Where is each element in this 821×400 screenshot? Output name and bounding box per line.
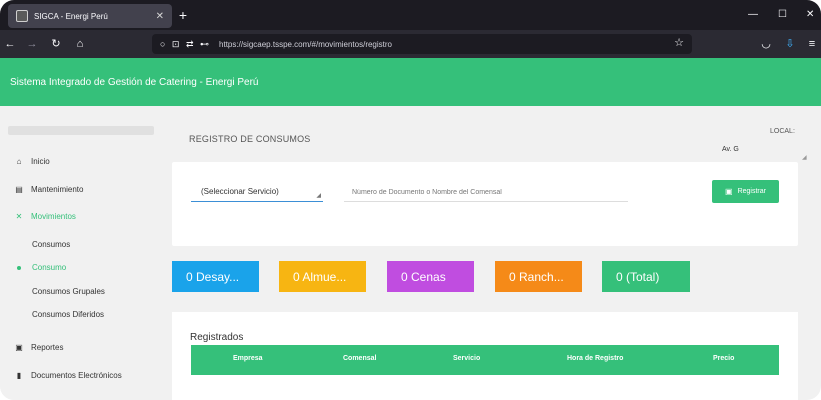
maximize-icon[interactable]: ☐ <box>778 6 787 24</box>
registrados-card: Registrados Empresa Comensal Servicio Ho… <box>172 312 798 400</box>
column-header-precio[interactable]: Precio <box>713 355 734 362</box>
sidebar-item-reportes[interactable]: ▣ Reportes <box>14 343 63 352</box>
counter-label: 0 (Total) <box>616 269 660 284</box>
back-icon[interactable]: ← <box>2 35 18 53</box>
register-button[interactable]: ▣ Registrar <box>712 180 779 203</box>
document-search-input[interactable] <box>344 184 628 202</box>
sidebar-item-mantenimiento[interactable]: ▤ Mantenimiento <box>14 185 83 194</box>
sidebar-item-movimientos[interactable]: ✕ Movimientos <box>14 212 76 221</box>
table-title: Registrados <box>190 332 244 343</box>
register-button-label: Registrar <box>737 188 766 195</box>
app-header: Sistema Integrado de Gestión de Catering… <box>0 58 821 106</box>
app-title: Sistema Integrado de Gestión de Catering… <box>10 76 259 88</box>
sidebar-subitem-consumos-diferidos[interactable]: Consumos Diferidos <box>32 310 104 319</box>
sidebar: ⌂ Inicio ▤ Mantenimiento ✕ Movimientos C… <box>0 106 162 400</box>
url-bar[interactable]: ○ ⊡ ⇄ ⊷ https://sigcaep.tsspe.com/#/movi… <box>152 34 692 54</box>
sidebar-item-label: Inicio <box>31 157 50 166</box>
chevron-down-icon: ◢ <box>316 193 321 199</box>
download-icon[interactable]: ⇩ <box>782 35 798 53</box>
save-icon: ▣ <box>725 187 733 196</box>
counter-cenas: 0 Cenas <box>387 261 474 292</box>
reload-icon[interactable]: ↻ <box>48 35 64 53</box>
column-header-comensal[interactable]: Comensal <box>343 355 376 362</box>
sidebar-item-documentos[interactable]: ▮ Documentos Electrónicos <box>14 371 122 380</box>
column-header-servicio[interactable]: Servicio <box>453 355 480 362</box>
forward-icon[interactable]: → <box>24 35 40 53</box>
counter-desayuno: 0 Desay... <box>172 261 259 292</box>
site-favicon-icon <box>16 10 28 22</box>
sidebar-item-inicio[interactable]: ⌂ Inicio <box>14 157 50 166</box>
counter-label: 0 Cenas <box>401 269 446 284</box>
sidebar-subitem-consumos[interactable]: Consumos <box>32 240 70 249</box>
sidebar-item-label: Mantenimiento <box>31 185 84 194</box>
sidebar-subitem-consumos-grupales[interactable]: Consumos Grupales <box>32 287 105 296</box>
database-icon: ▤ <box>15 185 23 194</box>
bookmark-star-icon[interactable]: ☆ <box>674 36 684 49</box>
table-header: Empresa Comensal Servicio Hora de Regist… <box>191 345 779 375</box>
service-select[interactable]: (Seleccionar Servicio) ◢ <box>191 184 323 202</box>
page-title: REGISTRO DE CONSUMOS <box>189 134 311 144</box>
minimize-icon[interactable]: — <box>748 6 758 24</box>
utensils-icon: ✕ <box>15 212 23 221</box>
column-header-empresa[interactable]: Empresa <box>233 355 263 362</box>
local-label: LOCAL: <box>770 128 795 135</box>
home-icon: ⌂ <box>16 157 22 166</box>
menu-icon[interactable]: ≡ <box>804 35 820 53</box>
sidebar-item-label: Movimientos <box>31 212 76 221</box>
pocket-icon[interactable]: ◡ <box>758 35 774 53</box>
counter-label: 0 Desay... <box>186 269 240 284</box>
document-icon: ▮ <box>16 371 22 380</box>
browser-nav-bar: ← → ↻ ⌂ ○ ⊡ ⇄ ⊷ https://sigcaep.tsspe.co… <box>0 30 821 58</box>
sidebar-search-bar[interactable] <box>8 126 154 135</box>
counter-total: 0 (Total) <box>602 261 690 292</box>
service-select-value: (Seleccionar Servicio) <box>201 187 279 196</box>
main-content: REGISTRO DE CONSUMOS LOCAL: Av. G ◢ (Sel… <box>162 106 821 400</box>
counter-label: 0 Ranch... <box>509 269 564 284</box>
counter-label: 0 Almue... <box>293 269 347 284</box>
sidebar-subitem-consumo[interactable]: Consumo <box>32 263 66 272</box>
registro-form-card: (Seleccionar Servicio) ◢ ▣ Registrar <box>172 162 798 246</box>
close-window-icon[interactable]: ✕ <box>806 6 814 24</box>
screen: SIGCA - Energi Perú ✕ + — ☐ ✕ ← → ↻ ⌂ ○ … <box>0 0 821 400</box>
sidebar-item-label: Reportes <box>31 343 64 352</box>
tab-title: SIGCA - Energi Perú <box>34 11 108 21</box>
counter-almuerzo: 0 Almue... <box>279 261 366 292</box>
browser-tab-strip: SIGCA - Energi Perú ✕ + — ☐ ✕ <box>0 0 821 30</box>
column-header-hora-registro[interactable]: Hora de Registro <box>567 355 623 362</box>
url-text[interactable]: https://sigcaep.tsspe.com/#/movimientos/… <box>219 40 392 49</box>
report-icon: ▣ <box>15 343 23 352</box>
tab-close-icon[interactable]: ✕ <box>156 11 164 22</box>
active-dot-icon <box>17 266 21 270</box>
local-value[interactable]: Av. G <box>722 146 739 153</box>
site-info-icon[interactable]: ○ ⊡ ⇄ ⊷ <box>160 39 211 50</box>
sidebar-item-label: Documentos Electrónicos <box>31 371 122 380</box>
browser-tab[interactable]: SIGCA - Energi Perú ✕ <box>8 4 172 28</box>
home-icon[interactable]: ⌂ <box>72 35 88 53</box>
resize-grip-icon[interactable]: ◢ <box>802 154 807 161</box>
counter-rancho: 0 Ranch... <box>495 261 582 292</box>
new-tab-button[interactable]: + <box>176 6 190 24</box>
